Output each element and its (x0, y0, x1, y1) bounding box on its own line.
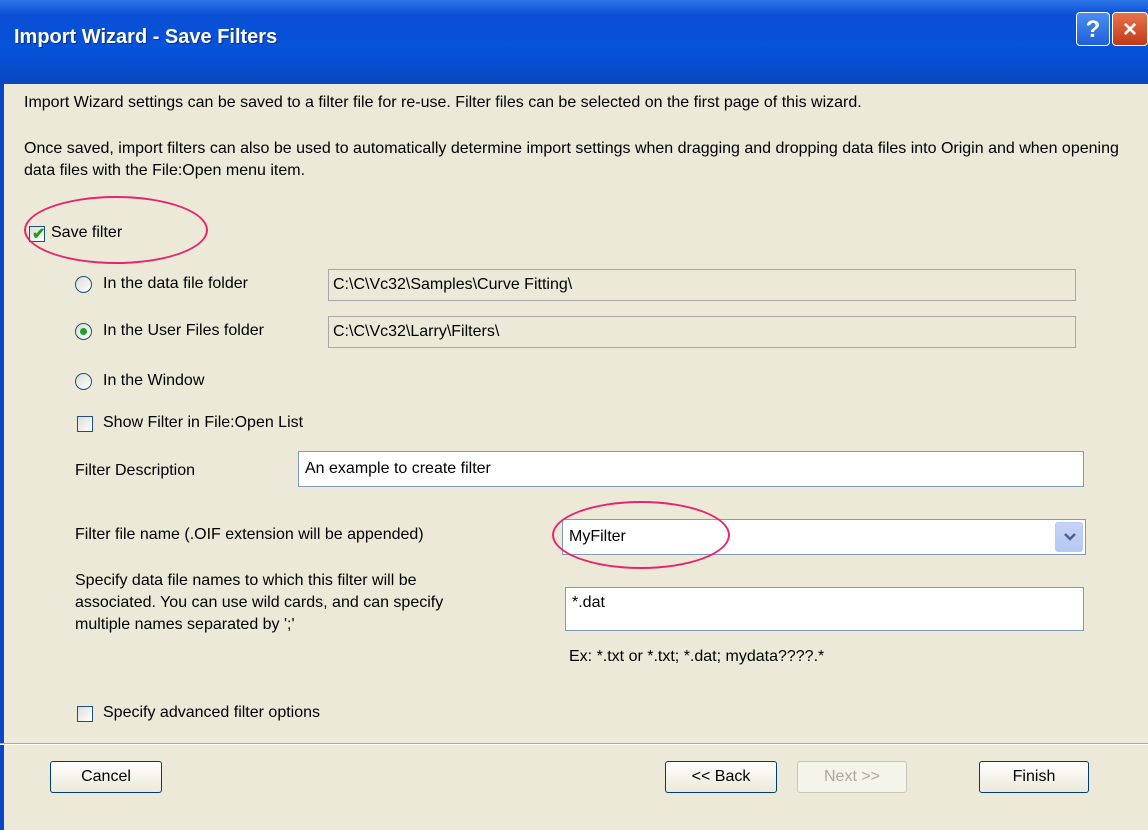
radio-in-window[interactable] (75, 373, 92, 390)
dropdown-button[interactable] (1055, 522, 1083, 552)
intro-text-2: Once saved, import filters can also be u… (24, 140, 1119, 179)
associate-file-names-input[interactable]: *.dat (565, 587, 1084, 631)
title-bar: Import Wizard - Save Filters ? × (0, 0, 1148, 84)
associate-label-line-1: Specify data file names to which this fi… (75, 572, 417, 589)
highlight-ring-file-name (552, 501, 730, 569)
help-button[interactable]: ? (1076, 12, 1110, 46)
show-filter-label: Show Filter in File:Open List (103, 414, 304, 431)
user-files-folder-path: C:\C\Vc32\Larry\Filters\ (328, 316, 1076, 348)
data-file-folder-path: C:\C\Vc32\Samples\Curve Fitting\ (328, 269, 1076, 301)
associate-example-text: Ex: *.txt or *.txt; *.dat; mydata????.* (569, 648, 825, 665)
finish-button[interactable]: Finish (979, 761, 1089, 793)
associate-label-line-2: associated. You can use wild cards, and … (75, 594, 444, 611)
button-separator (0, 743, 1148, 745)
window-frame (0, 84, 4, 830)
show-filter-checkbox[interactable] (77, 416, 93, 432)
close-button[interactable]: × (1112, 12, 1148, 46)
filter-description-label: Filter Description (75, 462, 196, 479)
import-wizard-dialog: Import Wizard - Save Filters ? × Import … (0, 0, 1148, 830)
radio-data-file-folder[interactable] (75, 276, 92, 293)
radio-in-window-label: In the Window (103, 372, 205, 389)
radio-user-files-folder[interactable] (75, 323, 92, 340)
radio-user-files-folder-label: In the User Files folder (103, 322, 264, 339)
radio-selected-dot (80, 328, 87, 335)
associate-label-line-3: multiple names separated by ';' (75, 616, 295, 633)
intro-text-1: Import Wizard settings can be saved to a… (24, 94, 862, 111)
advanced-options-label: Specify advanced filter options (103, 704, 321, 721)
advanced-options-checkbox[interactable] (77, 706, 93, 722)
filter-description-input[interactable]: An example to create filter (298, 451, 1084, 487)
radio-data-file-folder-label: In the data file folder (103, 275, 248, 292)
highlight-ring-save-filter (24, 196, 208, 264)
back-button[interactable]: << Back (665, 761, 777, 793)
filter-file-name-label: Filter file name (.OIF extension will be… (75, 526, 424, 543)
chevron-down-icon (1064, 533, 1076, 541)
dialog-title: Import Wizard - Save Filters (14, 26, 278, 48)
next-button[interactable]: Next >> (797, 761, 907, 793)
cancel-button[interactable]: Cancel (50, 761, 162, 793)
